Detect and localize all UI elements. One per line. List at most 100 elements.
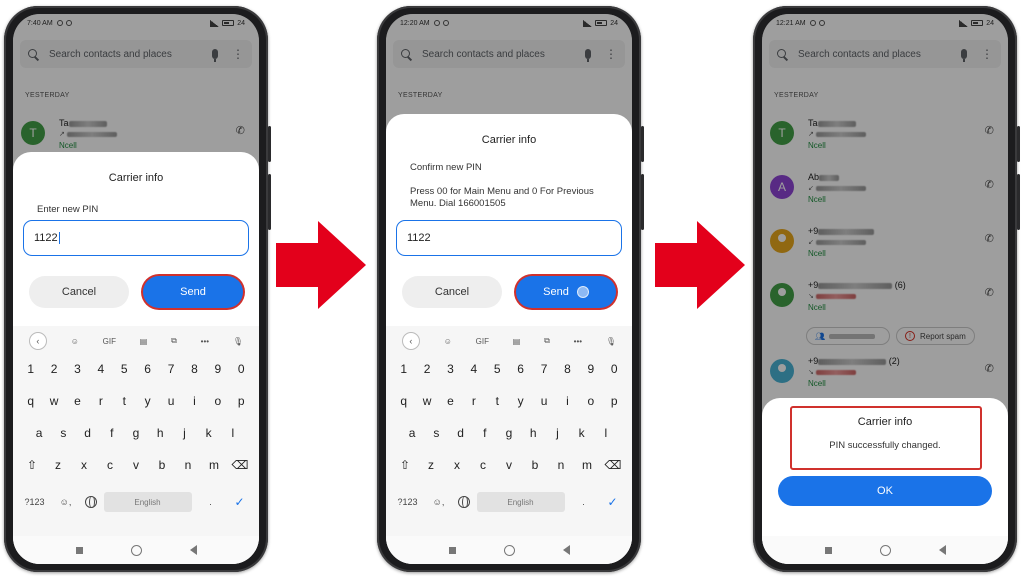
key-r[interactable]: r	[464, 394, 484, 408]
more-icon[interactable]: •••	[574, 337, 582, 346]
key-i[interactable]: i	[557, 394, 577, 408]
symbols-key[interactable]: ?123	[23, 497, 47, 507]
pin-input[interactable]: 1122	[23, 220, 249, 256]
key-6[interactable]: 6	[138, 362, 158, 376]
key-b[interactable]: b	[525, 458, 545, 472]
gif-button[interactable]: GIF	[476, 337, 489, 346]
send-button[interactable]: Send	[143, 276, 243, 308]
key-1[interactable]: 1	[394, 362, 414, 376]
key-y[interactable]: y	[511, 394, 531, 408]
key-n[interactable]: n	[551, 458, 571, 472]
key-z[interactable]: z	[421, 458, 441, 472]
key-v[interactable]: v	[499, 458, 519, 472]
clipboard-icon[interactable]: ▤	[140, 337, 148, 346]
gif-button[interactable]: GIF	[103, 337, 116, 346]
key-8[interactable]: 8	[557, 362, 577, 376]
key-w[interactable]: w	[417, 394, 437, 408]
space-bar[interactable]: English	[103, 492, 192, 512]
key-l[interactable]: l	[596, 426, 616, 440]
check-icon[interactable]: ✓	[230, 495, 250, 509]
key-g[interactable]: g	[499, 426, 519, 440]
key-d[interactable]: d	[78, 426, 98, 440]
key-i[interactable]: i	[184, 394, 204, 408]
key-u[interactable]: u	[161, 394, 181, 408]
key-9[interactable]: 9	[208, 362, 228, 376]
key-k[interactable]: k	[199, 426, 219, 440]
ok-button[interactable]: OK	[778, 476, 992, 506]
period-key[interactable]: .	[199, 497, 223, 507]
key-g[interactable]: g	[126, 426, 146, 440]
backspace-icon[interactable]: ⌫	[230, 458, 250, 472]
collapse-toolbar-icon[interactable]: ‹	[28, 332, 47, 350]
backspace-icon[interactable]: ⌫	[603, 458, 623, 472]
key-o[interactable]: o	[581, 394, 601, 408]
key-e[interactable]: e	[440, 394, 460, 408]
key-8[interactable]: 8	[184, 362, 204, 376]
key-e[interactable]: e	[67, 394, 87, 408]
key-3[interactable]: 3	[440, 362, 460, 376]
key-m[interactable]: m	[204, 458, 224, 472]
key-c[interactable]: c	[473, 458, 493, 472]
key-o[interactable]: o	[208, 394, 228, 408]
key-y[interactable]: y	[138, 394, 158, 408]
key-7[interactable]: 7	[161, 362, 181, 376]
globe-icon[interactable]	[84, 496, 97, 508]
key-5[interactable]: 5	[114, 362, 134, 376]
key-p[interactable]: p	[231, 394, 251, 408]
emoji-comma-key[interactable]: ☺,	[427, 497, 451, 507]
emoji-comma-key[interactable]: ☺,	[54, 497, 78, 507]
key-j[interactable]: j	[174, 426, 194, 440]
key-j[interactable]: j	[547, 426, 567, 440]
key-x[interactable]: x	[74, 458, 94, 472]
key-z[interactable]: z	[48, 458, 68, 472]
key-a[interactable]: a	[402, 426, 422, 440]
shift-icon[interactable]: ⇧	[395, 458, 415, 472]
symbols-key[interactable]: ?123	[396, 497, 420, 507]
key-s[interactable]: s	[53, 426, 73, 440]
key-a[interactable]: a	[29, 426, 49, 440]
collapse-toolbar-icon[interactable]: ‹	[401, 332, 420, 350]
back-icon[interactable]	[189, 545, 197, 555]
key-4[interactable]: 4	[464, 362, 484, 376]
key-t[interactable]: t	[487, 394, 507, 408]
key-n[interactable]: n	[178, 458, 198, 472]
key-1[interactable]: 1	[21, 362, 41, 376]
key-r[interactable]: r	[91, 394, 111, 408]
key-s[interactable]: s	[426, 426, 446, 440]
clipboard-icon[interactable]: ▤	[513, 337, 521, 346]
key-x[interactable]: x	[447, 458, 467, 472]
key-p[interactable]: p	[604, 394, 624, 408]
back-icon[interactable]	[562, 545, 570, 555]
recents-icon[interactable]	[75, 546, 83, 554]
space-bar[interactable]: English	[476, 492, 565, 512]
period-key[interactable]: .	[572, 497, 596, 507]
key-4[interactable]: 4	[91, 362, 111, 376]
key-t[interactable]: t	[114, 394, 134, 408]
more-icon[interactable]: •••	[201, 337, 209, 346]
key-q[interactable]: q	[21, 394, 41, 408]
sticker-icon[interactable]: ☺	[71, 337, 79, 346]
key-9[interactable]: 9	[581, 362, 601, 376]
key-2[interactable]: 2	[417, 362, 437, 376]
key-0[interactable]: 0	[231, 362, 251, 376]
sticker-icon[interactable]: ☺	[444, 337, 452, 346]
voice-icon[interactable]: 🎙︎	[233, 337, 243, 346]
check-icon[interactable]: ✓	[603, 495, 623, 509]
key-d[interactable]: d	[451, 426, 471, 440]
cancel-button[interactable]: Cancel	[402, 276, 502, 308]
key-0[interactable]: 0	[604, 362, 624, 376]
key-h[interactable]: h	[523, 426, 543, 440]
voice-icon[interactable]: 🎙︎	[606, 337, 616, 346]
home-icon[interactable]	[130, 544, 142, 556]
key-m[interactable]: m	[577, 458, 597, 472]
key-l[interactable]: l	[223, 426, 243, 440]
key-w[interactable]: w	[44, 394, 64, 408]
back-icon[interactable]	[938, 545, 946, 555]
key-h[interactable]: h	[150, 426, 170, 440]
key-7[interactable]: 7	[534, 362, 554, 376]
key-u[interactable]: u	[534, 394, 554, 408]
key-c[interactable]: c	[100, 458, 120, 472]
key-v[interactable]: v	[126, 458, 146, 472]
cancel-button[interactable]: Cancel	[29, 276, 129, 308]
recents-icon[interactable]	[824, 546, 832, 554]
